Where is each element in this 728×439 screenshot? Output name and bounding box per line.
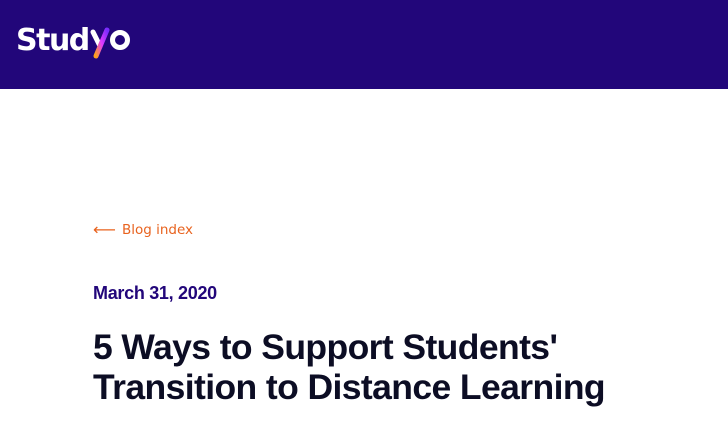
- article-title: 5 Ways to Support Students' Transition t…: [93, 327, 606, 407]
- studyo-logo-graphic: Stud: [16, 23, 130, 59]
- studyo-logo[interactable]: Stud: [16, 20, 134, 62]
- y-accent-mark: [90, 27, 110, 59]
- arrow-left-icon: ⟵: [93, 220, 116, 239]
- blog-index-label: Blog index: [121, 222, 194, 238]
- site-header: Stud: [0, 0, 728, 89]
- svg-text:Stud: Stud: [16, 23, 89, 58]
- article-date: March 31, 2020: [93, 283, 217, 303]
- blog-index-link[interactable]: ⟵ Blog index: [93, 220, 194, 239]
